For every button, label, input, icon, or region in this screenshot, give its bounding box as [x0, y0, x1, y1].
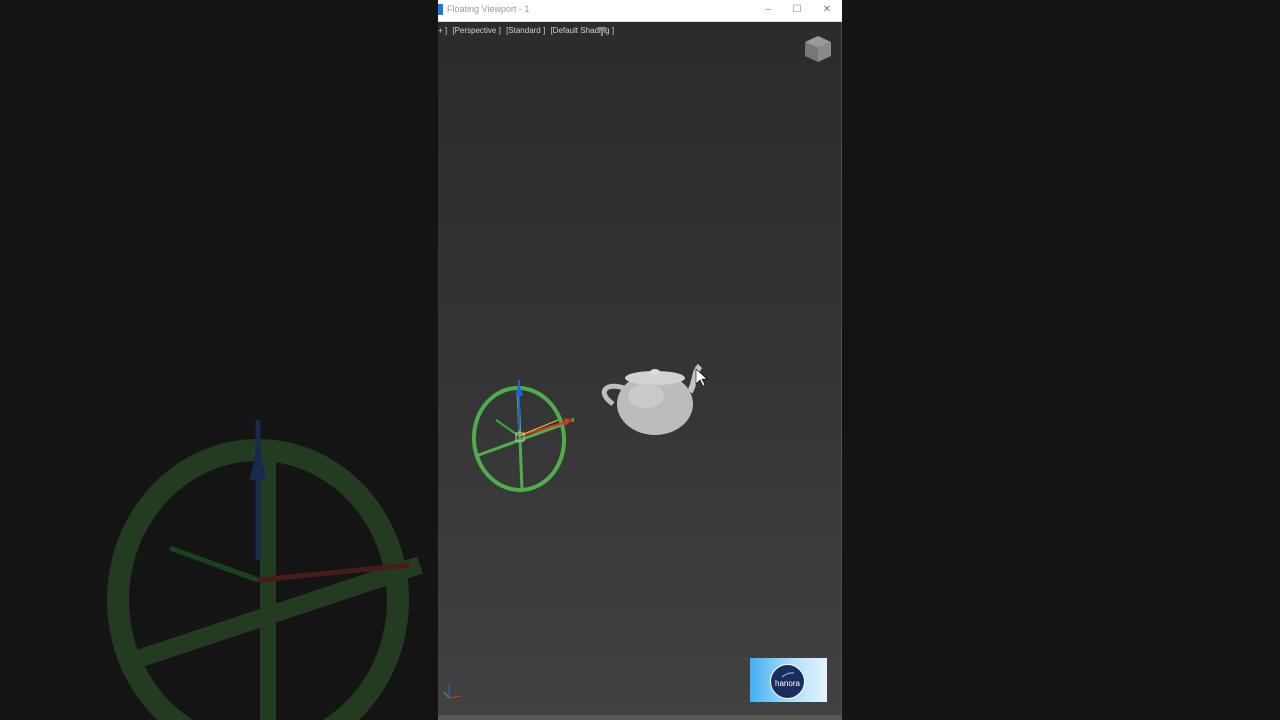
floating-viewport-window[interactable]: Floating Viewport - 1 – ☐ ✕ + ] [Perspec… — [438, 0, 842, 720]
axis-label-x: x — [571, 417, 575, 424]
background-gizmo-blurred — [107, 420, 423, 720]
teapot[interactable] — [601, 363, 703, 435]
watermark-logo: hanora — [750, 658, 827, 702]
logo-badge: hanora — [770, 664, 805, 699]
logo-wing-icon — [782, 672, 794, 678]
axis-tripod-icon — [443, 684, 462, 699]
mouse-cursor — [695, 368, 708, 387]
logo-text: hanora — [775, 679, 800, 688]
background-right — [842, 0, 1280, 720]
circle-gizmo[interactable] — [470, 380, 572, 494]
viewport-bottom-border — [438, 715, 842, 720]
viewport-scene[interactable]: x — [438, 0, 842, 720]
